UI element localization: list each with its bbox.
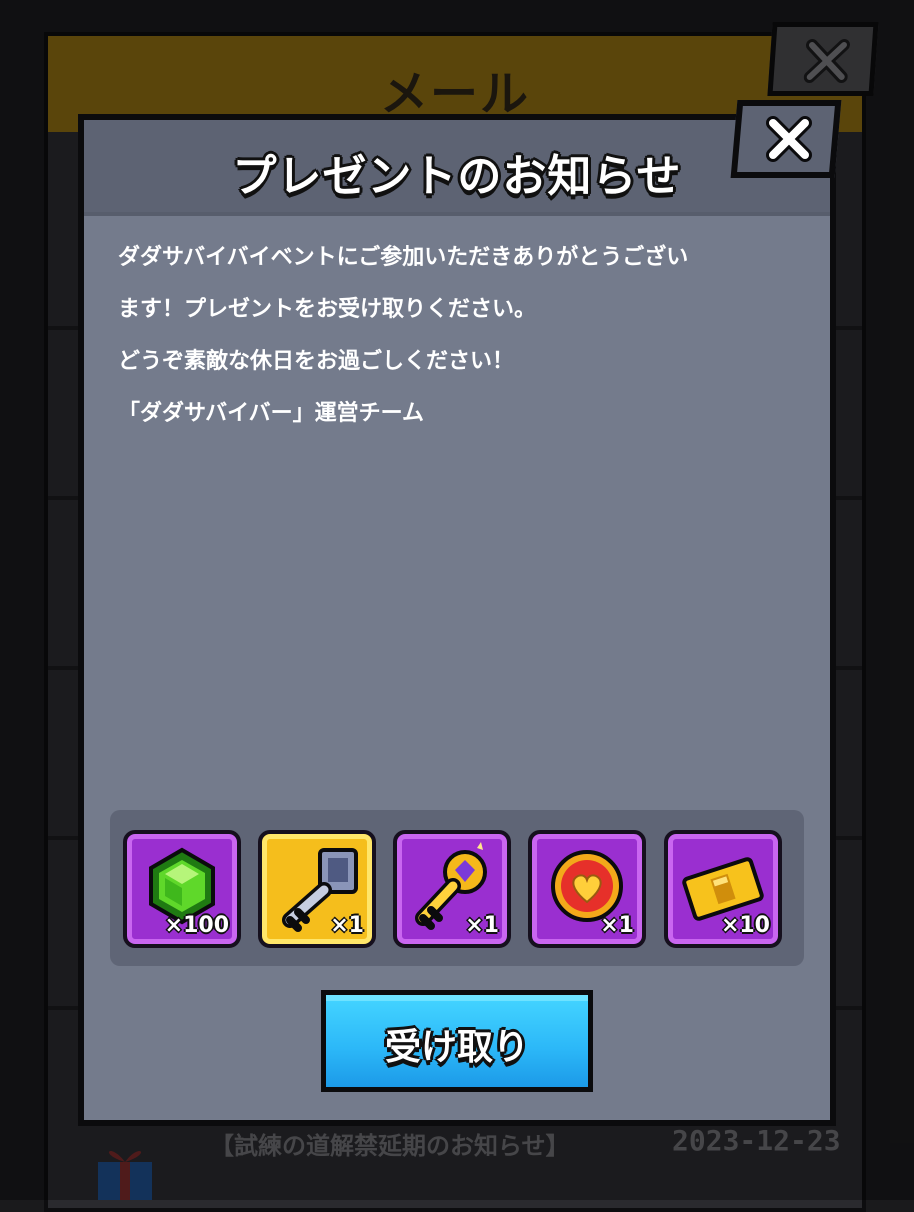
reward-item-heart[interactable]: ×1 — [528, 830, 646, 948]
dialog-header: プレゼントのお知らせ — [84, 120, 830, 216]
close-icon — [766, 116, 812, 162]
reward-quantity: ×10 — [720, 913, 770, 938]
reward-item-ticket[interactable]: ×10 — [664, 830, 782, 948]
dialog-close-button[interactable] — [728, 100, 844, 184]
reward-quantity: ×1 — [330, 913, 364, 938]
message-line: どうぞ素敵な休日をお過ごしください！ — [118, 349, 515, 374]
dialog-title: プレゼントのお知らせ — [232, 151, 682, 202]
reward-item-gold-key[interactable]: ×1 — [393, 830, 511, 948]
receive-button-label: 受け取り — [384, 1027, 529, 1068]
reward-item-gem[interactable]: ×100 — [123, 830, 241, 948]
message-line: ダダサバイバイベントにご参加いただきありがとうござい — [118, 245, 689, 270]
reward-quantity: ×1 — [600, 913, 634, 938]
reward-item-silver-key[interactable]: ×1 — [258, 830, 376, 948]
reward-quantity: ×1 — [465, 913, 499, 938]
message-line: 「ダダサバイバー」運営チーム — [118, 401, 425, 426]
receive-button[interactable]: 受け取り — [321, 990, 593, 1092]
reward-quantity: ×100 — [164, 913, 229, 938]
message-line: ます！プレゼントをお受け取りください。 — [118, 297, 537, 322]
dialog-message: ダダサバイバイベントにご参加いただきありがとうござい ます！プレゼントをお受け取… — [118, 232, 798, 440]
